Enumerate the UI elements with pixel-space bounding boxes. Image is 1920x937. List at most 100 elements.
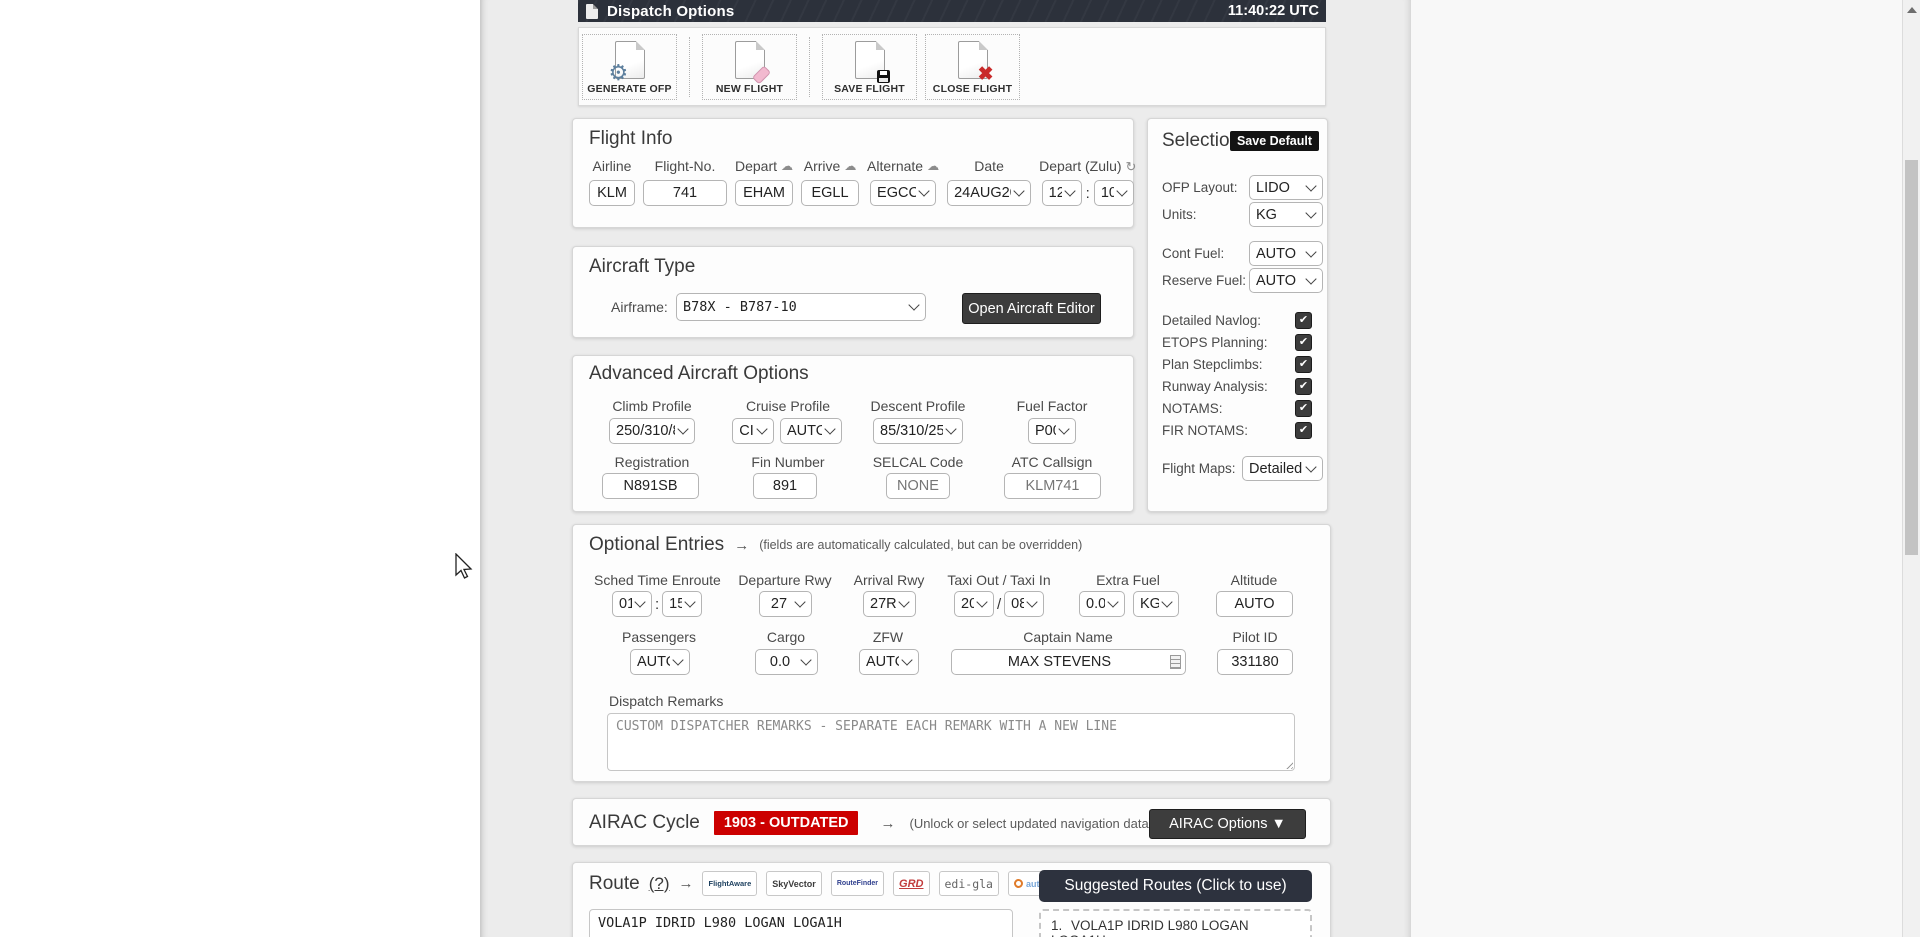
toolbar-separator [809, 37, 810, 97]
alternate-label: Alternate [867, 158, 923, 174]
chevron-down-icon [672, 654, 683, 665]
chevron-down-icon [756, 423, 767, 434]
altitude-input[interactable] [1216, 591, 1293, 617]
date-label: Date [974, 157, 1004, 175]
airac-note: (Unlock or select updated navigation dat… [909, 816, 1153, 831]
extra-fuel-unit-select[interactable]: KG [1133, 591, 1179, 617]
alternate-field: Alternate ☁ EGCC [867, 157, 939, 206]
zulu-hour-select[interactable]: 12 [1042, 180, 1082, 206]
arrival-rwy-select[interactable]: 27R [863, 591, 916, 617]
grd-link[interactable]: GRD [893, 871, 929, 896]
routefinder-link[interactable]: RouteFinder [831, 871, 884, 896]
cruise-mode-select[interactable]: CI [732, 418, 774, 444]
airac-options-button[interactable]: AIRAC Options ▼ [1149, 809, 1306, 839]
airline-field: Airline [589, 157, 635, 206]
flight-maps-row: Flight Maps: Detailed [1162, 456, 1323, 481]
atc-callsign-input[interactable] [1004, 473, 1101, 499]
advanced-aircraft-options-panel: Advanced Aircraft Options Climb Profile … [572, 355, 1134, 512]
chevron-down-icon [1305, 273, 1316, 284]
descent-profile-select[interactable]: 85/310/250 [873, 418, 963, 444]
notams-row: NOTAMS: ✔ [1162, 397, 1323, 419]
suggested-route-item[interactable]: 1. VOLA1P IDRID L980 LOGAN LOGA1H [1039, 909, 1312, 937]
captain-name-input[interactable] [951, 649, 1186, 675]
vertical-scrollbar[interactable] [1902, 0, 1920, 937]
optional-entries-panel: Optional Entries → (fields are automatic… [572, 524, 1331, 782]
pilot-id-input[interactable] [1217, 649, 1293, 675]
taxi-separator: / [997, 596, 1001, 613]
fin-number-input[interactable] [753, 473, 817, 499]
flight-no-input[interactable] [643, 180, 727, 206]
skyvector-link[interactable]: SkyVector [766, 871, 822, 896]
suggested-route-index: 1. [1051, 918, 1062, 933]
registration-input[interactable] [602, 473, 699, 499]
document-gear-icon: ⚙ [615, 41, 645, 79]
units-row: Units: KG [1162, 202, 1323, 227]
cont-fuel-select[interactable]: AUTO [1249, 241, 1323, 266]
zulu-minute-select[interactable]: 10 [1094, 180, 1134, 206]
units-label: Units: [1162, 207, 1197, 222]
chevron-down-icon [945, 423, 956, 434]
units-select[interactable]: KG [1249, 202, 1323, 227]
zfw-select[interactable]: AUTO [859, 649, 919, 675]
sched-minutes-select[interactable]: 15 [662, 591, 702, 617]
plan-stepclimbs-checkbox[interactable]: ✔ [1295, 356, 1312, 373]
chevron-down-icon [1027, 596, 1038, 607]
route-textarea[interactable]: VOLA1P IDRID L980 LOGAN LOGA1H [589, 909, 1013, 937]
scrollbar-thumb[interactable] [1905, 160, 1918, 555]
fuel-factor-select[interactable]: P00 [1028, 418, 1076, 444]
airframe-select[interactable]: B78X - B787-10 [676, 293, 926, 321]
climb-profile-select[interactable]: 250/310/85 [609, 418, 695, 444]
route-help-link[interactable]: (?) [649, 874, 670, 894]
cargo-select[interactable]: 0.0 [755, 649, 818, 675]
notams-checkbox[interactable]: ✔ [1295, 400, 1312, 417]
suggested-routes-header: Suggested Routes (Click to use) [1039, 870, 1312, 902]
advanced-options-title: Advanced Aircraft Options [589, 363, 809, 385]
edi-gla-link[interactable]: edi-gla [939, 871, 999, 896]
cont-fuel-row: Cont Fuel: AUTO [1162, 241, 1323, 266]
sched-hours-select[interactable]: 01 [612, 591, 652, 617]
refresh-icon[interactable]: ↻ [1126, 160, 1137, 173]
weather-icon[interactable]: ☁ [927, 160, 939, 172]
chevron-down-icon [908, 299, 919, 310]
runway-analysis-label: Runway Analysis: [1162, 379, 1268, 394]
date-select[interactable]: 24AUG20 [947, 180, 1031, 206]
detailed-navlog-checkbox[interactable]: ✔ [1295, 312, 1312, 329]
arrive-label: Arrive [804, 158, 841, 174]
open-aircraft-editor-button[interactable]: Open Aircraft Editor [962, 293, 1101, 324]
new-flight-button[interactable]: NEW FLIGHT [702, 34, 797, 100]
save-default-button[interactable]: Save Default [1230, 131, 1319, 151]
weather-icon[interactable]: ☁ [844, 160, 856, 172]
close-flight-button[interactable]: ✖ CLOSE FLIGHT [925, 34, 1020, 100]
pilot-id-label: Pilot ID [1194, 629, 1316, 645]
selcal-code-input[interactable] [886, 473, 950, 499]
flight-maps-select[interactable]: Detailed [1242, 456, 1323, 481]
fir-notams-checkbox[interactable]: ✔ [1295, 422, 1312, 439]
depart-input[interactable] [735, 180, 793, 206]
taxi-in-select[interactable]: 08 [1004, 591, 1044, 617]
chevron-down-icon [824, 423, 835, 434]
arrive-input[interactable] [801, 180, 859, 206]
ofp-layout-select[interactable]: LIDO [1249, 175, 1323, 200]
chevron-down-icon [677, 423, 688, 434]
etops-planning-checkbox[interactable]: ✔ [1295, 334, 1312, 351]
departure-rwy-select[interactable]: 27 [759, 591, 812, 617]
taxi-out-select[interactable]: 20 [954, 591, 994, 617]
alternate-select[interactable]: EGCC [870, 180, 936, 206]
arrival-rwy-label: Arrival Rwy [828, 572, 950, 588]
chevron-down-icon [800, 654, 811, 665]
runway-analysis-checkbox[interactable]: ✔ [1295, 378, 1312, 395]
scrollbar-up-arrow-icon[interactable] [1907, 7, 1917, 13]
save-flight-button[interactable]: SAVE FLIGHT [822, 34, 917, 100]
cruise-value-select[interactable]: AUTO [780, 418, 842, 444]
chevron-down-icon [1305, 207, 1316, 218]
dispatch-remarks-label: Dispatch Remarks [609, 693, 723, 709]
reserve-fuel-select[interactable]: AUTO [1249, 268, 1323, 293]
airline-input[interactable] [589, 180, 635, 206]
flightaware-link[interactable]: FlightAware [702, 871, 757, 896]
weather-icon[interactable]: ☁ [781, 160, 793, 172]
passengers-select[interactable]: AUTO [630, 649, 690, 675]
dispatch-remarks-textarea[interactable] [607, 713, 1295, 771]
generate-ofp-button[interactable]: ⚙ GENERATE OFP [582, 34, 677, 100]
captain-name-addon-icon[interactable] [1170, 655, 1181, 669]
extra-fuel-select[interactable]: 0.0 [1079, 591, 1125, 617]
